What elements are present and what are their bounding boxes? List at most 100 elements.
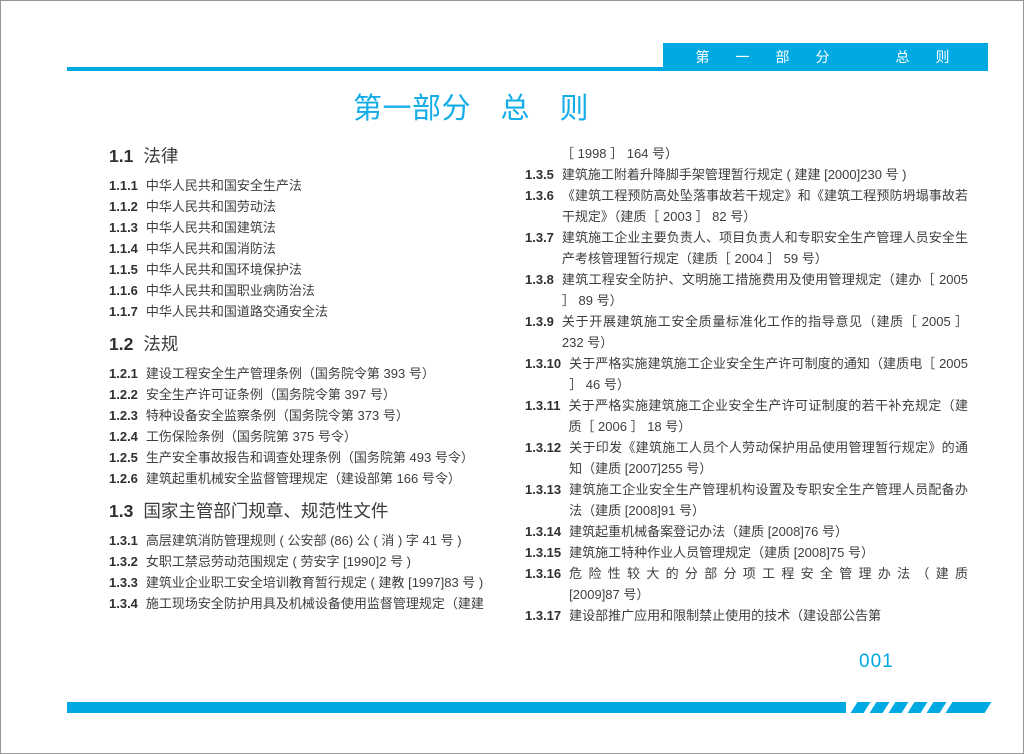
item-number: 1.3.3 [109, 575, 138, 590]
item-number: 1.1.5 [109, 262, 138, 277]
item-text: 施工现场安全防护用具及机械设备使用监督管理规定（建建 [145, 596, 484, 611]
item-number: 1.3.1 [109, 533, 138, 548]
toc-item: 1.2.5 生产安全事故报告和调查处理条例（国务院第 493 号令） [109, 447, 509, 468]
section-heading: 1.2 法规 [109, 331, 509, 357]
toc-item: 1.3.1 高层建筑消防管理规则 ( 公安部 (86) 公 ( 消 ) 字 41 … [109, 530, 509, 551]
item-text: 建筑业企业职工安全培训教育暂行规定 ( 建教 [1997]83 号 ) [145, 575, 484, 590]
toc-item: 1.2.6 建筑起重机械安全监督管理规定（建设部第 166 号令） [109, 468, 509, 489]
toc-column-left: 1.1 法律 1.1.1 中华人民共和国安全生产法 1.1.2 中华人民共和国劳动法 1.1… [109, 143, 509, 614]
item-number: 1.3.11 [525, 398, 561, 413]
toc-item: 1.3.17 建设部推广应用和限制禁止使用的技术（建设部公告第 [525, 605, 968, 626]
item-text: 工伤保险条例（国务院第 375 号令） [145, 429, 357, 444]
item-text: 中华人民共和国建筑法 [145, 220, 276, 235]
item-number: 1.2.5 [109, 450, 138, 465]
item-text: 建筑起重机械备案登记办法（建质 [2008]76 号） [569, 524, 848, 539]
page-number: 001 [859, 651, 894, 672]
item-number: 1.2.6 [109, 471, 138, 486]
item-number: 1.3.8 [525, 272, 554, 287]
toc-item: 1.1.5 中华人民共和国环境保护法 [109, 259, 509, 280]
toc-item: 1.1.6 中华人民共和国职业病防治法 [109, 280, 509, 301]
toc-item: 1.2.1 建设工程安全生产管理条例（国务院令第 393 号） [109, 363, 509, 384]
item-number: 1.1.4 [109, 241, 138, 256]
item-text: 中华人民共和国环境保护法 [145, 262, 302, 277]
footer-bar-solid [67, 702, 846, 713]
item-text: 关于严格实施建筑施工企业安全生产许可证制度的若干补充规定（建质［ 2006 ］ … [568, 398, 968, 434]
item-text: 建筑施工附着升降脚手架管理暂行规定 ( 建建 [2000]230 号 ) [561, 167, 907, 182]
item-text: 关于严格实施建筑施工企业安全生产许可制度的通知（建质电［ 2005 ］ 46 号… [569, 356, 968, 392]
item-text: 建筑起重机械安全监督管理规定（建设部第 166 号令） [145, 471, 461, 486]
footer-bar-dash [869, 702, 890, 713]
item-text: 特种设备安全监察条例（国务院令第 373 号） [145, 408, 409, 423]
page-title: 第一部分 总 则 [353, 93, 590, 125]
section-heading: 1.1 法律 [109, 143, 509, 169]
toc-item: 1.1.1 中华人民共和国安全生产法 [109, 175, 509, 196]
item-text: 关于开展建筑施工安全质量标准化工作的指导意见（建质［ 2005 ］ 232 号） [561, 314, 968, 350]
footer-bar-dash [926, 702, 947, 713]
toc-item: 1.3.13 建筑施工企业安全生产管理机构设置及专职安全生产管理人员配备办法（建质… [525, 479, 968, 521]
item-number: 1.2.2 [109, 387, 138, 402]
item-text: ［ 1998 ］ 164 号） [561, 146, 679, 161]
item-number: 1.1.1 [109, 178, 138, 193]
item-number: 1.1.6 [109, 283, 138, 298]
footer-bar-tip [945, 702, 992, 713]
item-text: 中华人民共和国安全生产法 [145, 178, 302, 193]
item-number: 1.3.10 [525, 356, 562, 371]
footer-bar-dash [888, 702, 909, 713]
item-number: 1.1.7 [109, 304, 138, 319]
item-text: 高层建筑消防管理规则 ( 公安部 (86) 公 ( 消 ) 字 41 号 ) [145, 533, 462, 548]
item-number: 1.1.2 [109, 199, 138, 214]
item-text: 安全生产许可证条例（国务院令第 397 号） [145, 387, 396, 402]
toc-item: 1.2.4 工伤保险条例（国务院第 375 号令） [109, 426, 509, 447]
toc-item: 1.2.2 安全生产许可证条例（国务院令第 397 号） [109, 384, 509, 405]
item-number: 1.3.5 [525, 167, 554, 182]
document-page: 第 一 部 分 总 则 第一部分 总 则 1.1 法律 1.1.1 中华人民共和国安全… [0, 0, 1024, 754]
item-text: 建筑施工特种作业人员管理规定（建质 [2008]75 号） [569, 545, 874, 560]
item-text: 中华人民共和国劳动法 [145, 199, 276, 214]
toc-item: 1.3.12 关于印发《建筑施工人员个人劳动保护用品使用管理暂行规定》的通知（建质… [525, 437, 968, 479]
footer-bar-dash [907, 702, 928, 713]
item-number: 1.3.16 [525, 566, 562, 581]
toc-item: 1.3.15 建筑施工特种作业人员管理规定（建质 [2008]75 号） [525, 542, 968, 563]
running-header-banner: 第 一 部 分 总 则 [663, 43, 988, 71]
item-text: 中华人民共和国消防法 [145, 241, 276, 256]
item-text: 生产安全事故报告和调查处理条例（国务院第 493 号令） [145, 450, 474, 465]
toc-item: 1.3.2 女职工禁忌劳动范围规定 ( 劳安字 [1990]2 号 ) [109, 551, 509, 572]
item-number: 1.3.14 [525, 524, 562, 539]
item-number: 1.3.4 [109, 596, 138, 611]
section-title: 国家主管部门规章、规范性文件 [143, 501, 389, 521]
item-number: 1.3.15 [525, 545, 562, 560]
toc-item: 1.3.6 《建筑工程预防高处坠落事故若干规定》和《建筑工程预防坍塌事故若干规定》… [525, 185, 968, 227]
item-text: 关于印发《建筑施工人员个人劳动保护用品使用管理暂行规定》的通知（建质 [2007… [569, 440, 968, 476]
item-number: 1.3.17 [525, 608, 562, 623]
item-number: 1.3.12 [525, 440, 562, 455]
item-number: 1.2.4 [109, 429, 138, 444]
section-heading: 1.3 国家主管部门规章、规范性文件 [109, 498, 509, 524]
toc-item: 1.3.16 危 险 性 较 大 的 分 部 分 项 工 程 安 全 管 理 办 … [525, 563, 968, 605]
item-number: 1.3.13 [525, 482, 562, 497]
footer-decoration-bar [1, 702, 1023, 713]
toc-item: 1.1.3 中华人民共和国建筑法 [109, 217, 509, 238]
toc-item: 1.3.3 建筑业企业职工安全培训教育暂行规定 ( 建教 [1997]83 号 ) [109, 572, 509, 593]
item-number: 1.3.7 [525, 230, 554, 245]
toc-item: 1.3.14 建筑起重机械备案登记办法（建质 [2008]76 号） [525, 521, 968, 542]
item-number: 1.1.3 [109, 220, 138, 235]
toc-item: 1.3.4 施工现场安全防护用具及机械设备使用监督管理规定（建建 [109, 593, 509, 614]
toc-item: 1.3.10 关于严格实施建筑施工企业安全生产许可制度的通知（建质电［ 2005 … [525, 353, 968, 395]
item-number: 1.3.6 [525, 188, 554, 203]
item-number: 1.2.3 [109, 408, 138, 423]
item-text: 建设工程安全生产管理条例（国务院令第 393 号） [145, 366, 435, 381]
section-number: 1.1 [109, 146, 134, 166]
toc-item: 1.2.3 特种设备安全监察条例（国务院令第 373 号） [109, 405, 509, 426]
toc-item: 1.3.11 关于严格实施建筑施工企业安全生产许可证制度的若干补充规定（建质［ 2… [525, 395, 968, 437]
toc-item: 1.3.5 建筑施工附着升降脚手架管理暂行规定 ( 建建 [2000]230 号 … [525, 164, 968, 185]
toc-column-right: ［ 1998 ］ 164 号） 1.3.5 建筑施工附着升降脚手架管理暂行规定 ( … [525, 143, 968, 626]
item-number: 1.3.9 [525, 314, 554, 329]
item-number: 1.3.2 [109, 554, 138, 569]
item-text: 《建筑工程预防高处坠落事故若干规定》和《建筑工程预防坍塌事故若干规定》（建质［ … [561, 188, 968, 224]
toc-item: 1.3.9 关于开展建筑施工安全质量标准化工作的指导意见（建质［ 2005 ］ 2… [525, 311, 968, 353]
toc-item-continuation: ［ 1998 ］ 164 号） [525, 143, 968, 164]
item-text: 危 险 性 较 大 的 分 部 分 项 工 程 安 全 管 理 办 法 （ 建 … [569, 566, 968, 602]
toc-item: 1.1.2 中华人民共和国劳动法 [109, 196, 509, 217]
toc-item: 1.3.7 建筑施工企业主要负责人、项目负责人和专职安全生产管理人员安全生产考核管… [525, 227, 968, 269]
item-text: 建筑施工企业安全生产管理机构设置及专职安全生产管理人员配备办法（建质 [2008… [569, 482, 968, 518]
